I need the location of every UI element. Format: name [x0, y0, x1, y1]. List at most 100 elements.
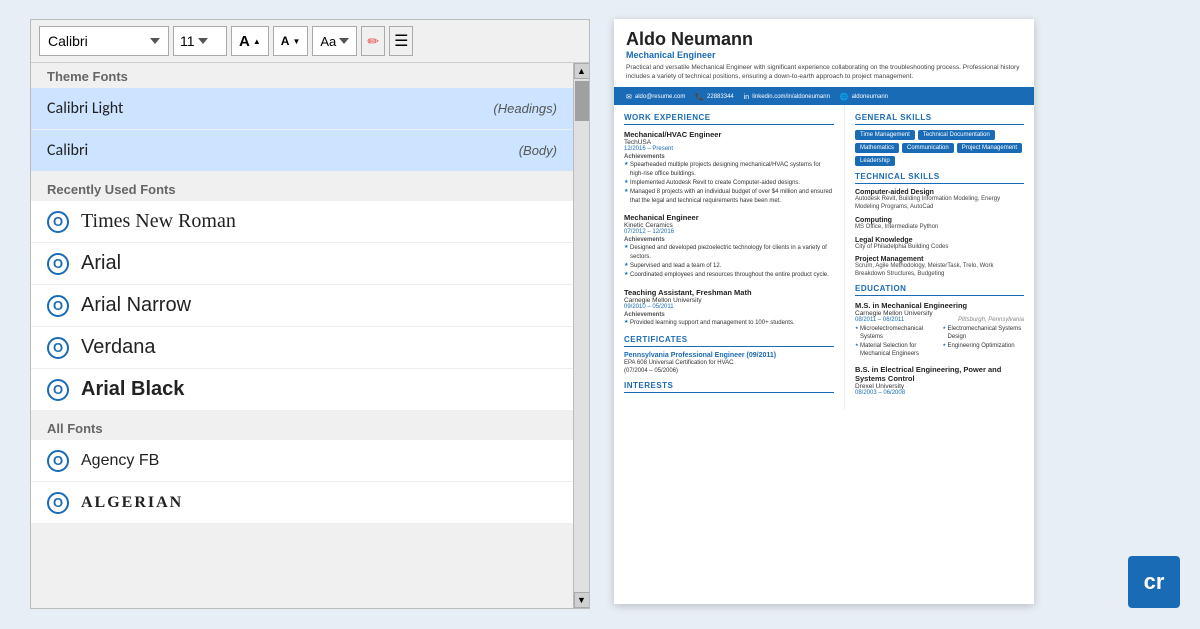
interests-section-title: INTERESTS	[624, 381, 834, 393]
edu-courses-right: Electromechanical Systems Design Enginee…	[943, 325, 1025, 359]
job-bullet-1-1: Spearheaded multiple projects designing …	[624, 161, 834, 178]
font-list-container: Theme Fonts Calibri Light (Headings) Cal…	[31, 63, 589, 608]
resume-contact-bar: ✉ aldo@resume.com 📞 22883344 in linkedin…	[614, 89, 1034, 105]
scroll-down-button[interactable]: ▼	[574, 592, 590, 608]
font-item-verdana[interactable]: O Verdana	[31, 327, 573, 369]
font-item-algerian[interactable]: O ALGERIAN	[31, 482, 573, 524]
format-label: Aa	[320, 34, 336, 49]
font-item-arial-narrow[interactable]: O Arial Narrow	[31, 285, 573, 327]
skill-tag-tech-doc: Technical Documentation	[918, 130, 995, 140]
font-item-agency-fb[interactable]: O Agency FB	[31, 440, 573, 482]
job-title-2: Mechanical Engineer	[624, 213, 834, 222]
resume-header: Aldo Neumann Mechanical Engineer Practic…	[614, 19, 1034, 89]
contact-linkedin: in linkedin.com/in/aldoneumann	[744, 94, 830, 101]
font-name-calibri: Calibri	[47, 141, 88, 160]
job-title-1: Mechanical/HVAC Engineer	[624, 130, 834, 139]
edu-school-ms: Carnegie Mellon University	[855, 310, 1024, 317]
cert-name-1: Pennsylvania Professional Engineer (09/2…	[624, 352, 834, 359]
certificates-section-title: CERTIFICATES	[624, 335, 834, 347]
font-icon-arial-narrow: O	[47, 295, 69, 317]
list-icon: ☰	[394, 31, 408, 51]
job-company-3: Carnegie Mellon University	[624, 297, 834, 304]
tech-skill-cad: Computer-aided Design Autodesk Revit, Bu…	[855, 189, 1024, 212]
font-item-calibri[interactable]: Calibri (Body)	[31, 130, 573, 172]
edu-date-row-bs: 08/2003 – 06/2008	[855, 390, 1024, 396]
grow-font-button[interactable]: A ▲	[231, 26, 269, 56]
contact-website: 🌐 aldoneumann	[840, 93, 888, 101]
edu-location-ms: Pittsburgh, Pennsylvania	[958, 317, 1024, 323]
format-button[interactable]: Aa	[312, 26, 357, 56]
font-name-calibri-light: Calibri Light	[47, 99, 123, 118]
tech-skill-legal: Legal Knowledge City of Philadelphia Bui…	[855, 237, 1024, 252]
scrollbar[interactable]: ▲ ▼	[573, 63, 589, 608]
resume-name: Aldo Neumann	[626, 29, 1022, 50]
job-dates-2: 07/2012 – 12/2016	[624, 229, 834, 235]
font-item-arial[interactable]: O Arial	[31, 243, 573, 285]
education-section-title: EDUCATION	[855, 284, 1024, 296]
resume-left-column: WORK EXPERIENCE Mechanical/HVAC Engineer…	[614, 105, 845, 409]
email-icon: ✉	[626, 93, 632, 101]
font-name-times: Times New Roman	[81, 210, 236, 233]
linkedin-icon: in	[744, 94, 749, 101]
tech-skill-computing-detail: MS Office, Intermediate Python	[855, 224, 1024, 232]
tech-skill-cad-title: Computer-aided Design	[855, 189, 1024, 196]
edu-courses-left: Microelectromechanical Systems Material …	[855, 325, 937, 359]
skill-tag-proj-mgmt: Project Management	[957, 143, 1022, 153]
grow-arrow: ▲	[253, 37, 261, 46]
edu-course-1: Microelectromechanical Systems	[855, 325, 937, 342]
font-item-calibri-light[interactable]: Calibri Light (Headings)	[31, 88, 573, 130]
website-icon: 🌐	[840, 93, 849, 101]
font-name-verdana: Verdana	[81, 336, 156, 359]
job-block-2: Mechanical Engineer Kinetic Ceramics 07/…	[624, 213, 834, 280]
font-list: Theme Fonts Calibri Light (Headings) Cal…	[31, 63, 573, 608]
tech-skill-pm-title: Project Management	[855, 256, 1024, 263]
scroll-thumb[interactable]	[575, 81, 589, 121]
edu-dates-ms: 08/2011 – 06/2011	[855, 317, 904, 323]
theme-fonts-label: Theme Fonts	[31, 63, 573, 88]
skill-tag-comm: Communication	[902, 143, 954, 153]
contact-email: ✉ aldo@resume.com	[626, 93, 685, 101]
tech-skill-cad-detail: Autodesk Revit, Building Information Mod…	[855, 196, 1024, 212]
font-icon-agency-fb: O	[47, 450, 69, 472]
font-picker-panel: Calibri 11 A ▲ A ▼ Aa ✏ ☰	[30, 19, 590, 609]
resume-summary: Practical and versatile Mechanical Engin…	[626, 63, 1022, 81]
cr-logo-text: cr	[1144, 569, 1165, 595]
shrink-font-button[interactable]: A ▼	[273, 26, 309, 56]
cert-block-1: Pennsylvania Professional Engineer (09/2…	[624, 352, 834, 376]
job-bullet-2-3: Coordinated employees and resources thro…	[624, 271, 834, 279]
tech-skill-computing: Computing MS Office, Intermediate Python	[855, 217, 1024, 232]
cr-logo: cr	[1128, 556, 1180, 608]
contact-phone: 📞 22883344	[695, 93, 733, 101]
font-item-times-new-roman[interactable]: O Times New Roman	[31, 201, 573, 243]
highlight-color-button[interactable]: ✏	[361, 26, 385, 56]
scroll-up-button[interactable]: ▲	[574, 63, 590, 79]
font-name-arial-narrow: Arial Narrow	[81, 294, 191, 317]
font-size-dropdown[interactable]: 11	[173, 26, 227, 56]
job-block-1: Mechanical/HVAC Engineer TechUSA 12/2016…	[624, 130, 834, 205]
font-item-arial-black[interactable]: O Arial Black	[31, 369, 573, 411]
linkedin-value: linkedin.com/in/aldoneumann	[752, 94, 830, 100]
font-tag-body: (Body)	[519, 143, 557, 158]
job-bullet-1-2: Implemented Autodesk Revit to create Com…	[624, 179, 834, 187]
edu-degree-ms: M.S. in Mechanical Engineering	[855, 301, 1024, 310]
general-skills-section-title: GENERAL SKILLS	[855, 113, 1024, 125]
font-icon-times: O	[47, 211, 69, 233]
font-name-dropdown[interactable]: Calibri	[39, 26, 169, 56]
job-title-3: Teaching Assistant, Freshman Math	[624, 288, 834, 297]
all-fonts-label: All Fonts	[31, 415, 573, 440]
font-name-arial: Arial	[81, 252, 121, 275]
tech-skill-computing-title: Computing	[855, 217, 1024, 224]
font-toolbar: Calibri 11 A ▲ A ▼ Aa ✏ ☰	[31, 20, 589, 63]
tech-skill-pm-detail: Scrum, Agile Methodology, MeisterTask, T…	[855, 263, 1024, 279]
job-block-3: Teaching Assistant, Freshman Math Carneg…	[624, 288, 834, 327]
job-achievements-label-1: Achievements	[624, 154, 834, 160]
edu-degree-bs: B.S. in Electrical Engineering, Power an…	[855, 365, 1024, 383]
resume-body: WORK EXPERIENCE Mechanical/HVAC Engineer…	[614, 105, 1034, 409]
job-bullet-1-3: Managed 8 projects with an individual bu…	[624, 188, 834, 205]
list-button[interactable]: ☰	[389, 26, 413, 56]
font-tag-headings: (Headings)	[493, 101, 557, 116]
font-name-algerian: ALGERIAN	[81, 494, 183, 512]
resume-title: Mechanical Engineer	[626, 50, 1022, 60]
font-size-value: 11	[180, 33, 195, 49]
font-name-arial-black: Arial Black	[81, 378, 184, 401]
